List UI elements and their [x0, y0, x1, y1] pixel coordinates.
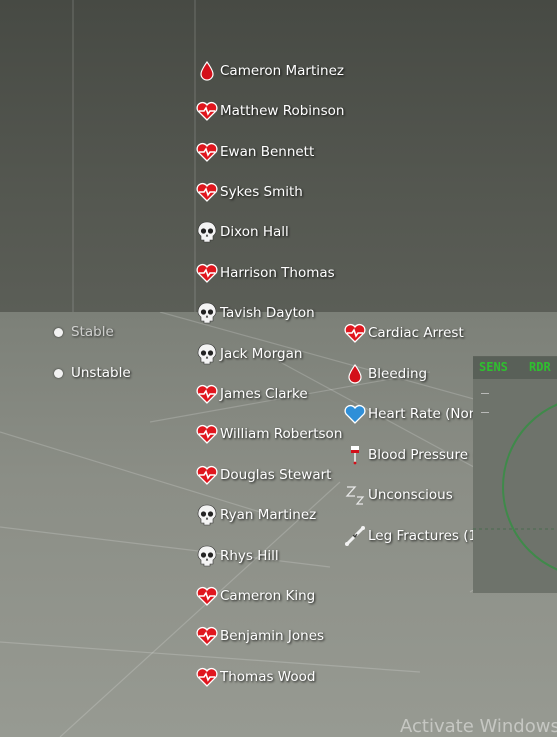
bone-fracture-icon [344, 525, 366, 547]
blood-drop-icon [196, 60, 218, 82]
heart-monitor-icon [196, 141, 218, 163]
stable-option[interactable]: Stable [54, 324, 114, 340]
heart-monitor-icon [196, 423, 218, 445]
heart-monitor-icon [196, 262, 218, 284]
heart-monitor-icon [196, 625, 218, 647]
radio-dot [54, 327, 63, 337]
condition-label: Cardiac Arrest [368, 325, 464, 341]
patient-name: Benjamin Jones [220, 628, 325, 644]
condition-row[interactable]: Cardiac Arrest [344, 319, 464, 347]
blood-pressure-icon [344, 444, 366, 466]
patient-name: Dixon Hall [220, 224, 289, 240]
heart-monitor-icon [344, 322, 366, 344]
condition-label: Bleeding [368, 366, 428, 382]
patient-name: Ryan Martinez [220, 507, 317, 523]
patient-row[interactable]: Thomas Wood [196, 663, 315, 691]
patient-row[interactable]: Rhys Hill [196, 542, 279, 570]
unstable-label: Unstable [71, 365, 131, 381]
condition-row[interactable]: Bleeding [344, 360, 427, 388]
patient-name: Jack Morgan [220, 346, 303, 362]
sleep-zz-icon [344, 484, 366, 506]
patient-row[interactable]: James Clarke [196, 380, 308, 408]
skull-icon [196, 221, 218, 243]
patient-row[interactable]: Sykes Smith [196, 178, 303, 206]
patient-name: Tavish Dayton [220, 305, 315, 321]
patient-row[interactable]: Cameron King [196, 582, 315, 610]
sensor-panel: SENS RDR [473, 356, 557, 593]
patient-name: Douglas Stewart [220, 467, 332, 483]
condition-label: Unconscious [368, 487, 453, 503]
unstable-option[interactable]: Unstable [54, 365, 131, 381]
patient-row[interactable]: Cameron Martinez [196, 57, 344, 85]
patient-name: Matthew Robinson [220, 103, 345, 119]
heart-monitor-icon [196, 666, 218, 688]
condition-row[interactable]: Leg Fractures (1) [344, 522, 482, 550]
patient-row[interactable]: Ryan Martinez [196, 501, 316, 529]
patient-row[interactable]: Douglas Stewart [196, 461, 331, 489]
skull-icon [196, 343, 218, 365]
radar-display [473, 403, 557, 571]
background-line [72, 0, 74, 312]
heart-monitor-icon [196, 464, 218, 486]
heart-monitor-icon [196, 181, 218, 203]
patient-row[interactable]: Ewan Bennett [196, 138, 314, 166]
radio-dot [54, 368, 63, 378]
windows-activation-watermark: Activate Windows [400, 716, 557, 737]
patient-row[interactable]: Benjamin Jones [196, 622, 324, 650]
condition-row[interactable]: Heart Rate (None) [344, 400, 491, 428]
patient-name: Ewan Bennett [220, 144, 315, 160]
patient-row[interactable]: Tavish Dayton [196, 299, 315, 327]
patient-row[interactable]: Harrison Thomas [196, 259, 335, 287]
patient-name: Sykes Smith [220, 184, 303, 200]
heart-monitor-icon [196, 100, 218, 122]
blue-heart-icon [344, 403, 366, 425]
heart-monitor-icon [196, 383, 218, 405]
condition-label: Leg Fractures (1) [368, 528, 483, 544]
condition-row[interactable]: Unconscious [344, 481, 453, 509]
skull-icon [196, 504, 218, 526]
patient-name: William Robertson [220, 426, 343, 442]
patient-row[interactable]: Matthew Robinson [196, 97, 344, 125]
blood-drop-icon [344, 363, 366, 385]
skull-icon [196, 545, 218, 567]
patient-row[interactable]: William Robertson [196, 420, 342, 448]
patient-name: James Clarke [220, 386, 308, 402]
patient-name: Cameron Martinez [220, 63, 344, 79]
patient-row[interactable]: Jack Morgan [196, 340, 302, 368]
stable-label: Stable [71, 324, 114, 340]
patient-name: Rhys Hill [220, 548, 279, 564]
heart-monitor-icon [196, 585, 218, 607]
patient-name: Harrison Thomas [220, 265, 335, 281]
patient-name: Cameron King [220, 588, 316, 604]
patient-name: Thomas Wood [220, 669, 316, 685]
skull-icon [196, 302, 218, 324]
patient-row[interactable]: Dixon Hall [196, 218, 289, 246]
